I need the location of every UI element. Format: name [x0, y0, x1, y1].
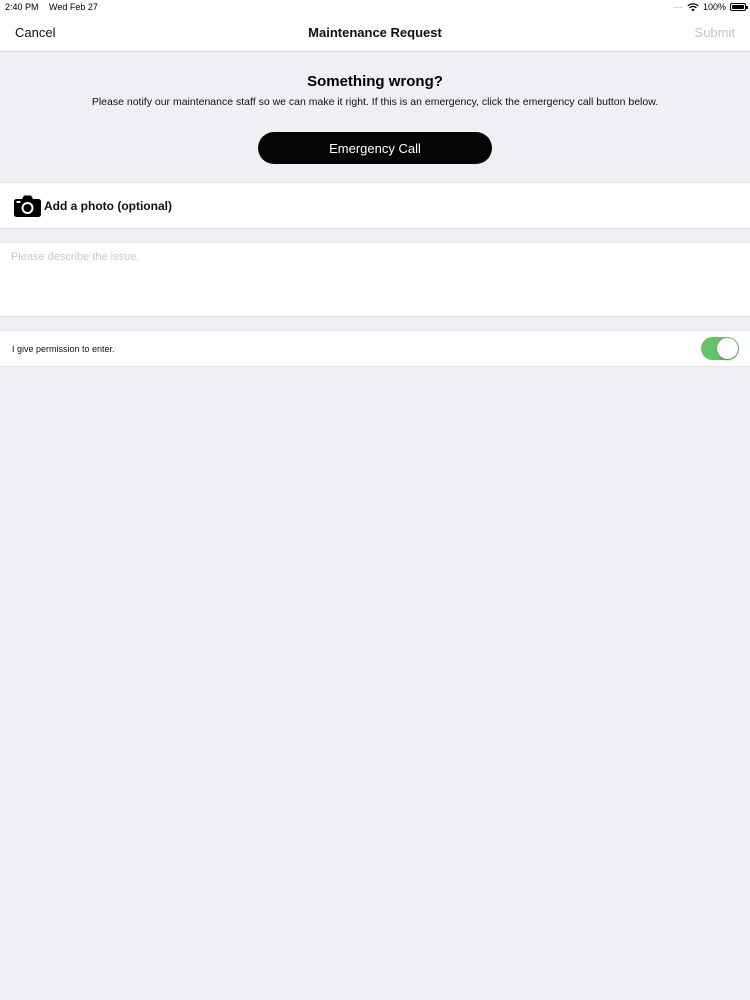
add-photo-button[interactable]: Add a photo (optional)	[0, 182, 750, 229]
battery-percent: 100%	[702, 2, 726, 12]
status-time: 2:40 PM	[5, 2, 39, 12]
add-photo-label: Add a photo (optional)	[44, 198, 172, 213]
intro-heading: Something wrong?	[307, 73, 443, 90]
page-title: Maintenance Request	[308, 25, 442, 40]
navigation-bar: Cancel Maintenance Request Submit	[0, 14, 750, 52]
wifi-icon	[687, 2, 699, 11]
issue-description-field[interactable]	[0, 243, 750, 316]
toggle-knob	[717, 338, 738, 359]
status-date: Wed Feb 27	[49, 2, 98, 12]
submit-button[interactable]: Submit	[695, 25, 735, 40]
permission-label: I give permission to enter.	[12, 344, 115, 354]
battery-fill	[732, 5, 744, 9]
emergency-call-button[interactable]: Emergency Call	[258, 132, 492, 164]
permission-toggle[interactable]	[701, 337, 739, 360]
permission-row: I give permission to enter.	[0, 330, 750, 367]
status-left: 2:40 PM Wed Feb 27	[5, 0, 106, 14]
status-bar: 2:40 PM Wed Feb 27 ..... 100%	[0, 0, 750, 14]
intro-section: Something wrong? Please notify our maint…	[0, 52, 750, 182]
description-box	[0, 242, 750, 317]
battery-icon	[730, 3, 748, 11]
camera-icon	[14, 195, 41, 217]
status-right: ..... 100%	[673, 0, 748, 14]
intro-text: Please notify our maintenance staff so w…	[91, 96, 659, 108]
signal-icon: .....	[673, 3, 683, 10]
